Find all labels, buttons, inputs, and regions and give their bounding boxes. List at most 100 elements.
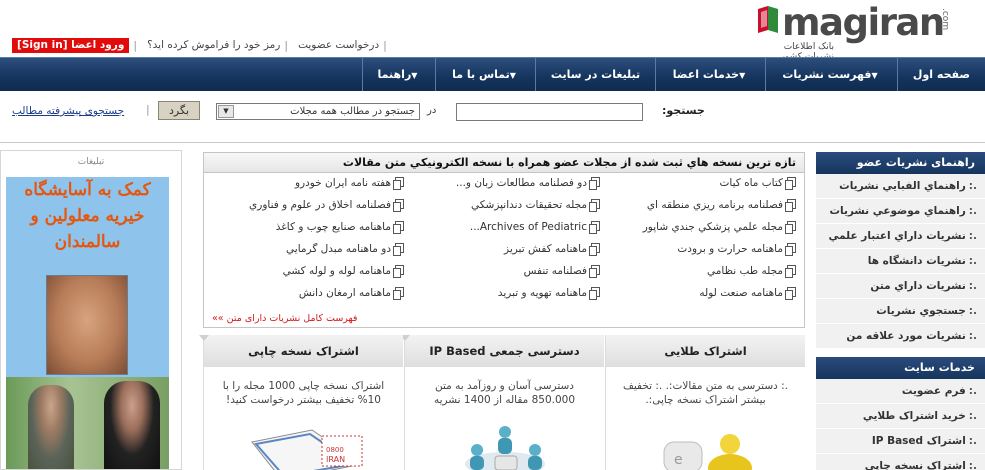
document-icon (393, 287, 404, 300)
service-description: اشتراک نسخه چاپی 1000 مجله را با 10% تخف… (222, 380, 385, 406)
logo-wordmark: magiran (782, 1, 945, 44)
search-scope-select[interactable]: جستجو در مطالب همه مجلات ▼ (216, 103, 420, 120)
document-icon (785, 199, 796, 212)
svg-text:e: e (674, 452, 683, 468)
journal-link[interactable]: کتاب ماه کیات (596, 177, 796, 199)
journal-link[interactable]: مجله تحقیقات دندانپزشکي (400, 199, 600, 221)
advanced-search-link[interactable]: جستجوی پیشرفته مطالب (12, 105, 124, 117)
journal-link[interactable]: ماهنامه صنعت لوله (596, 287, 796, 309)
search-button[interactable]: بگرد (158, 101, 200, 120)
elderly-ad-banner[interactable] (6, 377, 169, 469)
right-sidebar: راهنمای نشریات عضو .:راهنماي الفبايي نشر… (816, 152, 985, 470)
journal-link[interactable]: فصلنامه برنامه ريزي منطقه اي (596, 199, 796, 221)
signin-button[interactable]: ورود اعضا [Sign in] (12, 37, 130, 53)
sidebar-section-title: راهنمای نشریات عضو (816, 152, 985, 174)
service-ip-based[interactable]: دسترسی جمعی IP Based دسترسی آسان و روزآم… (400, 335, 604, 470)
sidebar-item-golden[interactable]: .:خريد اشتراک طلايي (816, 404, 985, 429)
nav-label: صفحه اول (912, 68, 971, 81)
document-icon (393, 177, 404, 190)
journal-link[interactable]: مجله علمي پزشكي جندي شاپور (596, 221, 796, 243)
journal-link[interactable]: فصلنامه تنفس (400, 265, 600, 287)
journal-link[interactable]: ماهنامه حرارت و برودت (596, 243, 796, 265)
bullet-icon: .: (968, 230, 977, 242)
journal-link[interactable]: دو فصلنامه مطالعات زبان و... (400, 177, 600, 199)
ad-text: کمک به آسایشگاه خیریه معلولین و سالمندان (24, 180, 151, 252)
separator: | (383, 38, 387, 52)
service-description: .: دسترسی به متن مقالات:. .: تخفیف بیشتر… (622, 380, 789, 406)
sidebar-item-subject[interactable]: .:راهنماي موضوعي نشريات (816, 199, 985, 224)
sidebar-item-favorites[interactable]: .:نشريات مورد علاقه من (816, 324, 985, 349)
nav-advertising[interactable]: تبلیغات در سایت (535, 58, 655, 92)
journal-link[interactable]: مجله طب نظامي (596, 265, 796, 287)
sidebar-item-membership-form[interactable]: .:فرم عضويت (816, 379, 985, 404)
top-links: ورود اعضا [Sign in] | رمز خود را فراموش … (12, 37, 391, 53)
bullet-icon: .: (968, 255, 977, 267)
journal-link[interactable]: فصلنامه اخلاق در علوم و فناوري (204, 199, 404, 221)
journal-link[interactable]: ماهنامه ارمغان دانش (204, 287, 404, 309)
document-icon (393, 199, 404, 212)
svg-text:IRAN: IRAN (326, 455, 345, 464)
search-label: جستجو: (662, 104, 705, 117)
journal-link[interactable]: ماهنامه كفش تبريز (400, 243, 600, 265)
logo-suffix: .com (940, 8, 950, 31)
journal-link[interactable]: ماهنامه صنايع چوب و كاغذ (204, 221, 404, 243)
sidebar-item-scientific[interactable]: .:نشريات داراي اعتبار علمي (816, 224, 985, 249)
service-print-subscription[interactable]: اشتراک نسخه چاپی اشتراک نسخه چاپی 1000 م… (199, 335, 403, 470)
ads-column: تبلیغات کمک به آسایشگاه خیریه معلولین و … (0, 150, 182, 470)
sidebar-item-search[interactable]: .:جستجوي نشريات (816, 299, 985, 324)
membership-request-link[interactable]: درخواست عضویت (298, 39, 379, 51)
network-users-icon (465, 426, 545, 470)
service-title: اشتراک نسخه چاپی (199, 335, 403, 367)
document-icon (589, 199, 600, 212)
ad-photo-woman (104, 381, 160, 469)
service-title: اشتراک طلایی (606, 335, 805, 367)
journal-link[interactable]: هفته نامه ایران خودرو (204, 177, 404, 199)
nav-publications[interactable]: ▼فهرست نشریات (765, 58, 897, 92)
nav-label: راهنما (377, 68, 412, 81)
sidebar-item-alphabetical[interactable]: .:راهنماي الفبايي نشريات (816, 174, 985, 199)
bullet-icon: .: (968, 460, 977, 470)
bullet-icon: .: (968, 410, 977, 422)
nav-home[interactable]: صفحه اول (897, 58, 985, 92)
nav-help[interactable]: ▼راهنما (362, 58, 435, 92)
caret-down-icon: ▼ (739, 71, 746, 80)
sidebar-section-title: خدمات سایت (816, 357, 985, 379)
services-panels: اشتراک طلایی .: دسترسی به متن مقالات:. .… (199, 335, 805, 470)
caret-down-icon: ▼ (509, 71, 516, 80)
sidebar-item-fulltext[interactable]: .:نشريات داراي متن (816, 274, 985, 299)
separator: | (133, 38, 138, 52)
sidebar-item-university[interactable]: .:نشريات دانشگاه ها (816, 249, 985, 274)
nav-contact[interactable]: ▼تماس با ما (435, 58, 535, 92)
document-icon (785, 265, 796, 278)
ad-photo-man (28, 385, 74, 469)
journal-link[interactable]: ماهنامه تهويه و تبريد (400, 287, 600, 309)
service-golden-subscription[interactable]: اشتراک طلایی .: دسترسی به متن مقالات:. .… (605, 335, 805, 470)
forgot-password-link[interactable]: رمز خود را فراموش کرده اید؟ (147, 39, 280, 51)
service-description: دسترسی آسان و روزآمد به متن 850.000 مقال… (433, 380, 576, 406)
sidebar-item-print[interactable]: .:اشتراک نسخه چاپي (816, 454, 985, 470)
document-icon (589, 177, 600, 190)
bullet-icon: .: (968, 180, 977, 192)
magiran-logo[interactable]: magiran .com بانک اطلاعات نشریات کشور (752, 1, 967, 62)
spacer (816, 349, 985, 357)
ads-title: تبلیغات (77, 157, 105, 167)
journal-link[interactable]: دو ماهنامه مبدل گرمايي (204, 243, 404, 265)
bullet-icon: .: (968, 435, 977, 447)
service-title: دسترسی جمعی IP Based (400, 335, 604, 367)
ad-photo (46, 275, 128, 375)
sidebar-item-ip-based[interactable]: .:اشتراک IP Based (816, 429, 985, 454)
journal-link[interactable]: Archives of Pediatric... (400, 221, 600, 243)
dropdown-arrow-icon[interactable]: ▼ (218, 105, 234, 118)
charity-ad-banner[interactable]: کمک به آسایشگاه خیریه معلولین و سالمندان (6, 177, 169, 377)
nav-member-services[interactable]: ▼خدمات اعضا (655, 58, 765, 92)
search-input[interactable] (456, 103, 643, 121)
document-icon (785, 221, 796, 234)
document-icon (393, 243, 404, 256)
bullet-icon: .: (968, 280, 977, 292)
latest-issues-box: تازه ترین نسخه هاي ثبت شده از مجلات عضو … (203, 152, 805, 328)
main-nav: صفحه اول ▼فهرست نشریات ▼خدمات اعضا تبلیغ… (0, 57, 985, 92)
full-list-link[interactable]: فهرست کامل نشریات دارای متن »» (212, 313, 357, 324)
bullet-icon: .: (968, 330, 977, 342)
journal-link[interactable]: ماهنامه لوله و لوله كشي (204, 265, 404, 287)
document-icon (589, 287, 600, 300)
